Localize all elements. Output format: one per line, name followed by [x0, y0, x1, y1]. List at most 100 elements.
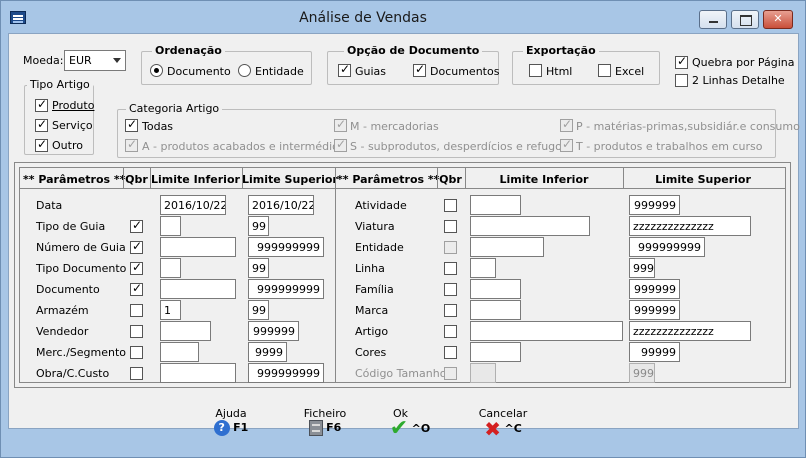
data-inf-input[interactable]: 2016/10/22	[160, 195, 226, 215]
codigo-tamanho-qbr-checkbox[interactable]	[444, 367, 457, 380]
marca-inf-input[interactable]	[470, 300, 521, 320]
guias-checkbox[interactable]	[338, 62, 351, 77]
viatura-inf-input[interactable]	[470, 216, 590, 236]
documento-inf-input[interactable]	[160, 279, 236, 299]
familia-inf-input[interactable]	[470, 279, 521, 299]
outro-label: Outro	[52, 139, 83, 152]
moeda-select[interactable]: EUR	[64, 50, 126, 71]
marca-qbr-checkbox[interactable]	[444, 304, 457, 317]
excel-checkbox[interactable]	[598, 64, 611, 77]
servico-checkbox[interactable]	[35, 117, 48, 132]
help-icon: ?	[213, 420, 230, 436]
cancelar-button[interactable]: Cancelar ✖ ^C	[475, 407, 531, 439]
col-divider	[123, 168, 124, 188]
header-limite-inferior-right: Limite Inferior	[499, 173, 589, 186]
cores-sup-input[interactable]: 99999	[629, 342, 680, 362]
ajuda-button[interactable]: Ajuda ? F1	[205, 407, 257, 436]
categoria-t-checkbox[interactable]	[560, 137, 573, 152]
vendedor-sup-input[interactable]: 999999	[248, 321, 299, 341]
tipo-guia-qbr-checkbox[interactable]	[130, 218, 143, 233]
documentos-checkbox[interactable]	[413, 62, 426, 77]
tipo-documento-inf-input[interactable]	[160, 258, 181, 278]
armazem-inf-input[interactable]: 1	[160, 300, 181, 320]
header-qbr-right: Qbr	[439, 173, 462, 186]
vendedor-inf-input[interactable]	[160, 321, 211, 341]
moeda-label: Moeda:	[23, 54, 64, 67]
numero-guia-qbr-checkbox[interactable]	[130, 239, 143, 254]
categoria-m-checkbox[interactable]	[334, 117, 347, 132]
maximize-button[interactable]	[731, 10, 759, 29]
ordenacao-documento-radio[interactable]	[150, 64, 163, 77]
viatura-qbr-checkbox[interactable]	[444, 220, 457, 233]
codigo-tamanho-sup-input[interactable]: 999	[629, 363, 655, 383]
title-bar: Análise de Vendas	[1, 1, 805, 33]
codigo-tamanho-inf-input[interactable]	[470, 363, 496, 383]
entidade-inf-input[interactable]	[470, 237, 544, 257]
ficheiro-button[interactable]: Ficheiro F6	[297, 407, 353, 436]
merc-segmento-qbr-checkbox[interactable]	[130, 346, 143, 359]
quebra-checkbox[interactable]	[675, 54, 688, 69]
linha-inf-input[interactable]	[470, 258, 496, 278]
window-title: Análise de Vendas	[299, 10, 427, 26]
outro-checkbox[interactable]	[35, 137, 48, 152]
ok-button[interactable]: Ok ✔ ^O	[385, 407, 435, 440]
marca-sup-input[interactable]: 999999	[629, 300, 680, 320]
opcao-documento-title: Opção de Documento	[344, 44, 483, 57]
entidade-sup-input[interactable]: 999999999	[629, 237, 705, 257]
minimize-button[interactable]	[699, 10, 727, 29]
artigo-sup-input[interactable]: zzzzzzzzzzzzzz	[629, 321, 751, 341]
atividade-inf-input[interactable]	[470, 195, 521, 215]
atividade-qbr-checkbox[interactable]	[444, 199, 457, 212]
vendedor-qbr-checkbox[interactable]	[130, 325, 143, 338]
produto-checkbox[interactable]	[35, 97, 48, 112]
duas-linhas-checkbox[interactable]	[675, 74, 688, 87]
param-label-vendedor: Vendedor	[36, 325, 89, 338]
tipo-documento-sup-input[interactable]: 99	[248, 258, 269, 278]
app-window: Análise de Vendas Moeda: EUR Tipo Artigo…	[0, 0, 806, 458]
familia-qbr-checkbox[interactable]	[444, 283, 457, 296]
artigo-inf-input[interactable]	[470, 321, 623, 341]
merc-segmento-inf-input[interactable]	[160, 342, 199, 362]
obra-ccusto-inf-input[interactable]	[160, 363, 236, 383]
categoria-s-checkbox[interactable]	[334, 137, 347, 152]
artigo-qbr-checkbox[interactable]	[444, 325, 457, 338]
familia-sup-input[interactable]: 999999	[629, 279, 680, 299]
obra-ccusto-qbr-checkbox[interactable]	[130, 367, 143, 380]
param-label-marca: Marca	[355, 304, 389, 317]
entidade-qbr-checkbox[interactable]	[444, 241, 457, 254]
categoria-a-checkbox[interactable]	[125, 137, 138, 152]
tipo-guia-inf-input[interactable]	[160, 216, 181, 236]
tipo-guia-sup-input[interactable]: 99	[248, 216, 269, 236]
documento-sup-input[interactable]: 999999999	[248, 279, 324, 299]
armazem-sup-input[interactable]: 99	[248, 300, 269, 320]
param-label-tipo-documento: Tipo Documento	[36, 262, 127, 275]
tipo-documento-qbr-checkbox[interactable]	[130, 260, 143, 275]
todas-checkbox[interactable]	[125, 117, 138, 132]
numero-guia-inf-input[interactable]	[160, 237, 236, 257]
documento-qbr-checkbox[interactable]	[130, 281, 143, 296]
ordenacao-entidade-radio[interactable]	[238, 64, 251, 77]
param-label-viatura: Viatura	[355, 220, 395, 233]
param-label-obra-ccusto: Obra/C.Custo	[36, 367, 110, 380]
center-divider	[335, 168, 336, 382]
categoria-p-checkbox[interactable]	[560, 117, 573, 132]
ficheiro-label: Ficheiro	[303, 407, 347, 420]
ordenacao-documento-label: Documento	[167, 65, 231, 78]
linha-qbr-checkbox[interactable]	[444, 262, 457, 275]
close-button[interactable]	[763, 10, 793, 29]
ficheiro-key: F6	[326, 421, 342, 434]
numero-guia-sup-input[interactable]: 999999999	[248, 237, 324, 257]
viatura-sup-input[interactable]: zzzzzzzzzzzzzz	[629, 216, 751, 236]
merc-segmento-sup-input[interactable]: 9999	[248, 342, 287, 362]
chevron-down-icon	[113, 58, 121, 63]
cores-qbr-checkbox[interactable]	[444, 346, 457, 359]
cores-inf-input[interactable]	[470, 342, 521, 362]
armazem-qbr-checkbox[interactable]	[130, 304, 143, 317]
linha-sup-input[interactable]: 999	[629, 258, 655, 278]
obra-ccusto-sup-input[interactable]: 999999999	[248, 363, 324, 383]
data-sup-input[interactable]: 2016/10/22	[248, 195, 314, 215]
guias-label: Guias	[355, 65, 387, 78]
atividade-sup-input[interactable]: 999999	[629, 195, 680, 215]
html-checkbox[interactable]	[529, 64, 542, 77]
ajuda-label: Ajuda	[215, 407, 247, 420]
